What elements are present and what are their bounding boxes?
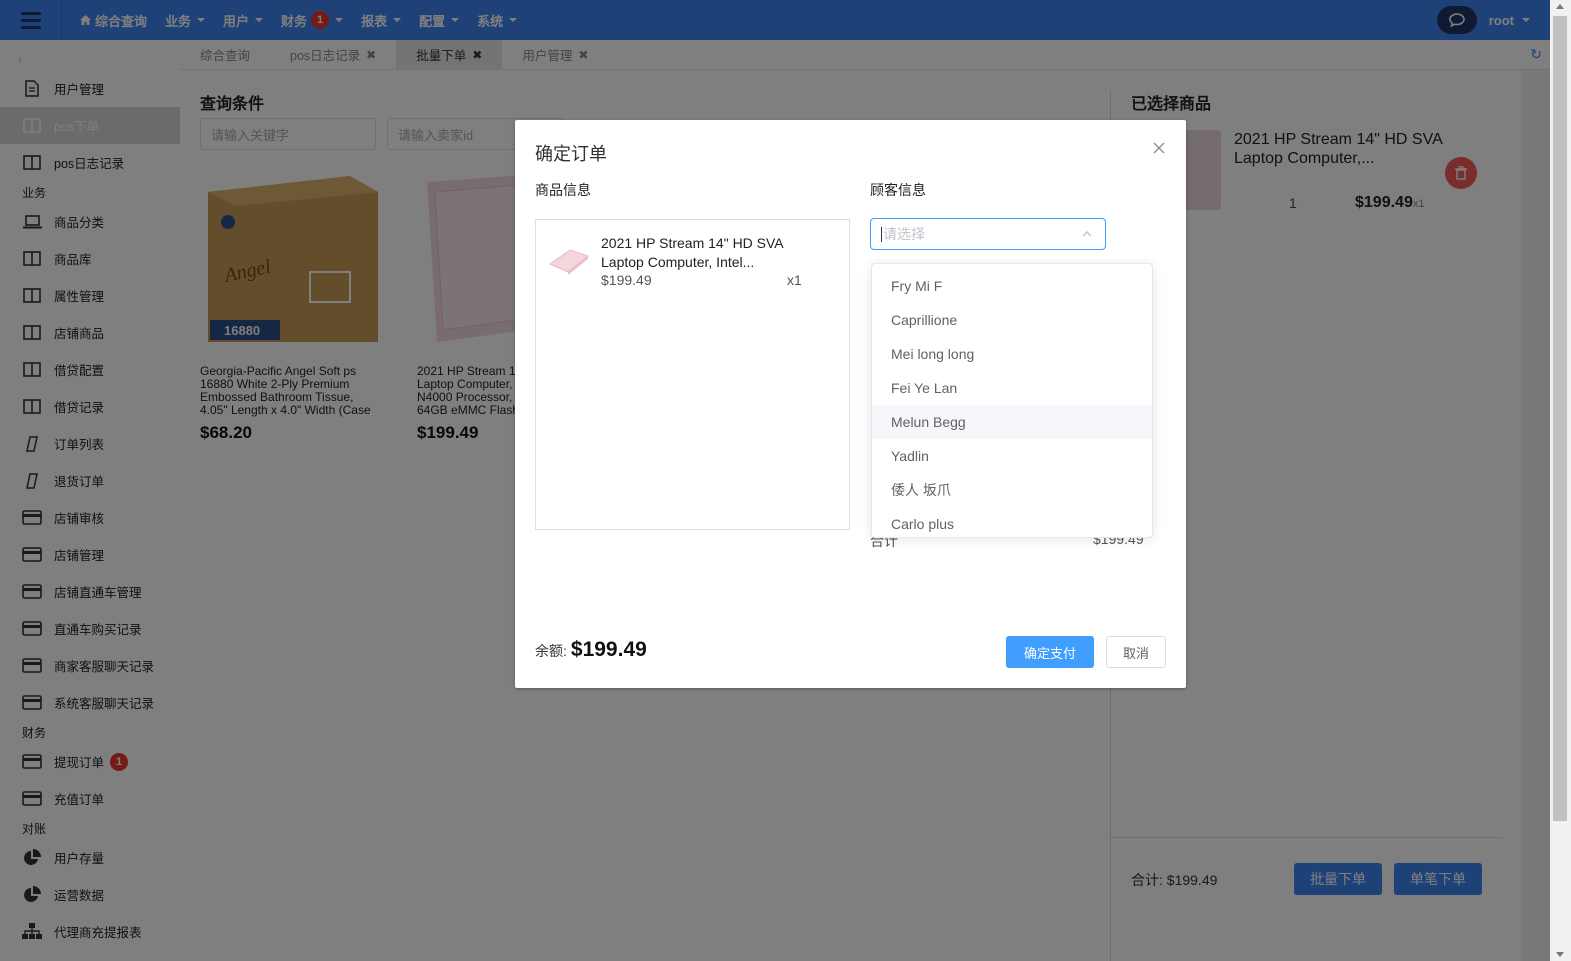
page-scrollbar[interactable] (1550, 0, 1571, 961)
goods-info-heading: 商品信息 (535, 182, 591, 198)
select-placeholder: 请选择 (883, 226, 925, 242)
goods-list: 2021 HP Stream 14" HD SVA Laptop Compute… (535, 219, 850, 530)
balance-label: 余额: (535, 643, 567, 659)
good-image (548, 249, 590, 275)
scroll-up-arrow-icon[interactable] (1556, 4, 1564, 9)
text-cursor (881, 226, 882, 242)
dropdown-option[interactable]: Caprillione (872, 303, 1152, 337)
dropdown-arrow (982, 256, 996, 263)
chevron-up-icon (1082, 231, 1092, 237)
dropdown-option[interactable]: Mei long long (872, 337, 1152, 371)
dropdown-option[interactable]: Fry Mi F (872, 269, 1152, 303)
close-icon[interactable] (1151, 140, 1167, 156)
customer-info-heading: 顾客信息 (870, 182, 926, 198)
scroll-down-arrow-icon[interactable] (1556, 952, 1564, 957)
good-name: 2021 HP Stream 14" HD SVA Laptop Compute… (601, 235, 783, 270)
scrollbar-thumb[interactable] (1553, 16, 1567, 821)
dropdown-option[interactable]: Carlo plus (872, 507, 1152, 537)
good-qty: x1 (787, 272, 802, 288)
dropdown-option[interactable]: Melun Begg (872, 405, 1152, 439)
dropdown-option[interactable]: Yadlin (872, 439, 1152, 473)
customer-dropdown: Fry Mi F Caprillione Mei long long Fei Ye L… (871, 263, 1153, 538)
confirm-pay-button[interactable]: 确定支付 (1006, 636, 1094, 668)
balance-value: $199.49 (570, 638, 647, 661)
balance: 余额: $199.49 (535, 638, 647, 662)
dropdown-option[interactable]: Fei Ye Lan (872, 371, 1152, 405)
good-price: $199.49 (601, 272, 652, 288)
dialog-title: 确定订单 (535, 144, 607, 164)
dropdown-option[interactable]: 倭人 坂爪 (872, 473, 1152, 507)
customer-select[interactable]: 请选择 (870, 218, 1106, 250)
cancel-button[interactable]: 取消 (1106, 636, 1166, 668)
